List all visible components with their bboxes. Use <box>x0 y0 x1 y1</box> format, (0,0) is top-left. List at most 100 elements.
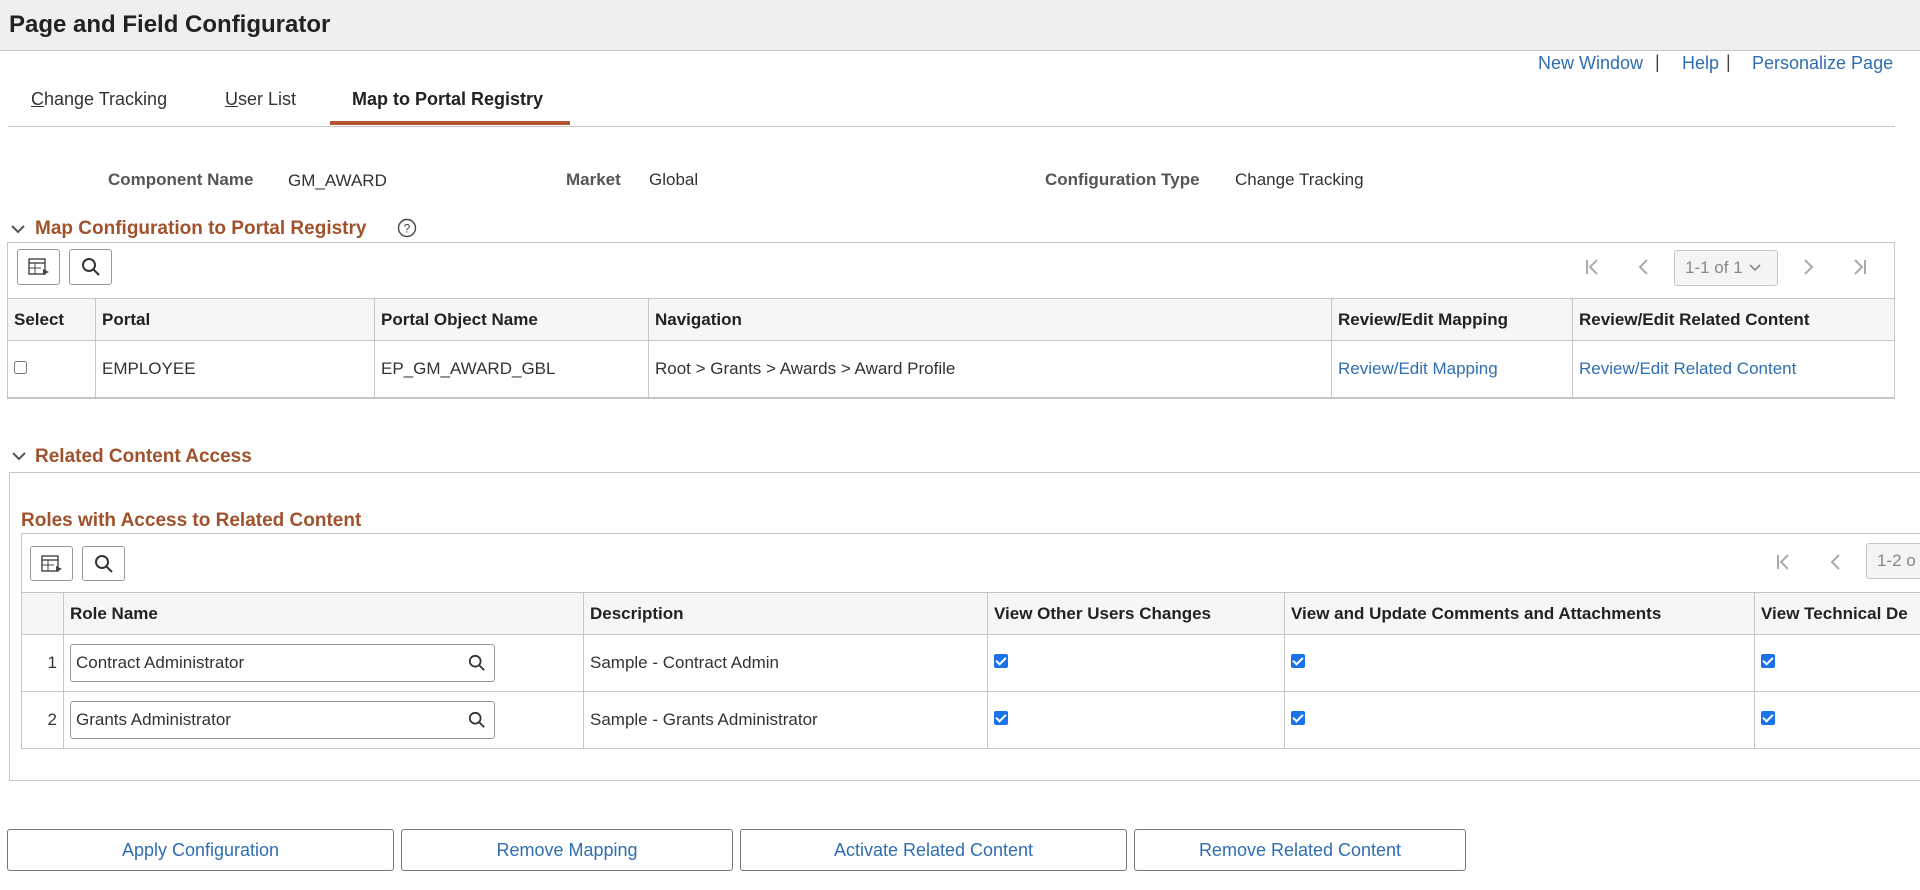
previous-page-icon[interactable] <box>1825 551 1847 573</box>
role-name-cell: Contract Administrator <box>63 634 584 692</box>
select-cell <box>7 340 96 398</box>
tab-change-tracking[interactable]: Change Tracking <box>31 89 167 110</box>
view-technical-cell <box>1754 634 1920 692</box>
page-select[interactable]: 1-1 of 1 <box>1674 250 1778 286</box>
related-section-title[interactable]: Related Content Access <box>35 446 252 468</box>
review-edit-related-content-link[interactable]: Review/Edit Related Content <box>1579 359 1796 378</box>
previous-page-icon[interactable] <box>1633 256 1655 278</box>
help-link[interactable]: Help <box>1682 53 1719 74</box>
mapping-cell: Review/Edit Mapping <box>1331 340 1573 398</box>
role-name-value: Grants Administrator <box>76 710 231 729</box>
tab-label: Change Tracking <box>31 89 168 109</box>
role-name-value: Contract Administrator <box>76 653 245 672</box>
chevron-down-icon[interactable] <box>9 220 27 238</box>
description-cell: Sample - Contract Admin <box>583 634 988 692</box>
accesskey-letter: C <box>31 89 44 109</box>
help-icon[interactable]: ? <box>397 218 417 238</box>
roles-table: Role Name Description View Other Users C… <box>21 592 1920 749</box>
first-page-icon[interactable] <box>1582 256 1604 278</box>
tab-user-list[interactable]: User List <box>225 89 296 110</box>
configuration-type-value: Change Tracking <box>1235 170 1364 189</box>
column-header: Description <box>583 592 988 635</box>
page-select-value: 1-1 of 1 <box>1685 258 1743 277</box>
column-header: Portal Object Name <box>374 298 649 341</box>
configuration-type-label: Configuration Type <box>1045 170 1200 189</box>
last-page-icon[interactable] <box>1848 256 1870 278</box>
lookup-search-icon[interactable] <box>468 711 486 729</box>
svg-text:?: ? <box>404 222 411 236</box>
view-other-users-checkbox[interactable] <box>994 711 1008 725</box>
grid-view-icon <box>27 258 49 275</box>
grid-personalize-button[interactable] <box>17 249 60 285</box>
tab-label: User List <box>225 89 297 109</box>
role-name-input[interactable]: Contract Administrator <box>70 644 495 682</box>
grid-view-icon <box>40 554 62 572</box>
chevron-down-icon <box>1749 264 1761 272</box>
comments-attachments-checkbox[interactable] <box>1291 654 1305 668</box>
view-other-users-cell <box>987 691 1285 749</box>
column-header: Review/Edit Mapping <box>1331 298 1573 341</box>
component-name-label: Component Name <box>108 170 254 189</box>
grid-personalize-button[interactable] <box>30 546 73 581</box>
column-header: Role Name <box>63 592 584 635</box>
page-select-value: 1-2 o <box>1877 551 1916 570</box>
tab-divider <box>8 126 1895 127</box>
portal-object-cell: EP_GM_AWARD_GBL <box>374 340 649 398</box>
review-edit-mapping-link[interactable]: Review/Edit Mapping <box>1338 359 1498 378</box>
grid-find-button[interactable] <box>69 249 112 285</box>
row-number: 1 <box>21 634 64 692</box>
remove-mapping-button[interactable]: Remove Mapping <box>401 829 733 871</box>
search-icon <box>94 554 113 573</box>
grid-find-button[interactable] <box>82 546 125 581</box>
search-icon <box>81 258 100 276</box>
tab-label: Map to Portal Registry <box>352 89 544 109</box>
description-cell: Sample - Grants Administrator <box>583 691 988 749</box>
column-header: Portal <box>95 298 375 341</box>
portal-cell: EMPLOYEE <box>95 340 375 398</box>
view-other-users-checkbox[interactable] <box>994 654 1008 668</box>
column-header: View Technical De <box>1754 592 1920 635</box>
table-header-row: Role Name Description View Other Users C… <box>21 592 1920 635</box>
roles-subsection-title: Roles with Access to Related Content <box>21 510 362 531</box>
comments-attachments-checkbox[interactable] <box>1291 711 1305 725</box>
comments-attachments-cell <box>1284 634 1755 692</box>
table-row: 1 Contract Administrator Sample - Contra… <box>21 634 1920 692</box>
link-separator: | <box>1726 52 1731 72</box>
related-cell: Review/Edit Related Content <box>1572 340 1895 398</box>
view-technical-cell <box>1754 691 1920 749</box>
row-number-header <box>21 592 64 635</box>
map-config-table: Select Portal Portal Object Name Navigat… <box>7 298 1895 398</box>
table-row: 2 Grants Administrator Sample - Grants A… <box>21 691 1920 749</box>
component-name-value: GM_AWARD <box>288 171 387 190</box>
next-page-icon[interactable] <box>1797 256 1819 278</box>
column-header: View and Update Comments and Attachments <box>1284 592 1755 635</box>
active-tab-indicator <box>330 121 570 125</box>
view-technical-checkbox[interactable] <box>1761 654 1775 668</box>
row-select-checkbox[interactable] <box>14 361 27 374</box>
accesskey-letter: U <box>225 89 238 109</box>
role-name-input[interactable]: Grants Administrator <box>70 701 495 739</box>
market-label: Market <box>566 170 621 189</box>
activate-related-content-button[interactable]: Activate Related Content <box>740 829 1127 871</box>
new-window-link[interactable]: New Window <box>1538 53 1643 74</box>
remove-related-content-button[interactable]: Remove Related Content <box>1134 829 1466 871</box>
view-other-users-cell <box>987 634 1285 692</box>
title-bar: Page and Field Configurator <box>0 0 1920 51</box>
column-header: View Other Users Changes <box>987 592 1285 635</box>
lookup-search-icon[interactable] <box>468 654 486 672</box>
table-row: EMPLOYEE EP_GM_AWARD_GBL Root > Grants >… <box>7 340 1895 398</box>
chevron-down-icon[interactable] <box>10 447 28 465</box>
link-separator: | <box>1655 52 1660 72</box>
view-technical-checkbox[interactable] <box>1761 711 1775 725</box>
first-page-icon[interactable] <box>1773 551 1795 573</box>
column-header: Navigation <box>648 298 1332 341</box>
map-section-title[interactable]: Map Configuration to Portal Registry <box>35 218 366 240</box>
personalize-page-link[interactable]: Personalize Page <box>1752 53 1893 74</box>
page-select[interactable]: 1-2 o <box>1866 543 1920 579</box>
market-value: Global <box>649 170 699 189</box>
comments-attachments-cell <box>1284 691 1755 749</box>
column-header: Review/Edit Related Content <box>1572 298 1895 341</box>
apply-configuration-button[interactable]: Apply Configuration <box>7 829 394 871</box>
tab-map-to-portal-registry[interactable]: Map to Portal Registry <box>352 89 543 110</box>
row-number: 2 <box>21 691 64 749</box>
